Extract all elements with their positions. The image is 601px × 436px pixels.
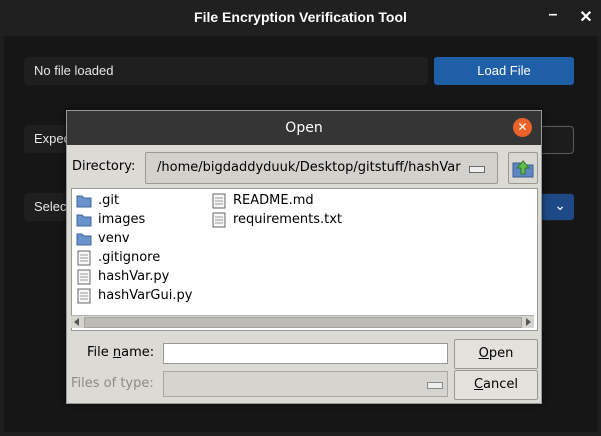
folder-icon [76, 233, 92, 246]
dropdown-arrow-icon [469, 166, 485, 173]
dialog-title: Open [67, 111, 541, 145]
select-label: Selec [34, 199, 67, 214]
file-name: .git [98, 193, 120, 208]
file-name: images [98, 212, 146, 227]
folder-up-icon [512, 160, 534, 178]
dropdown-arrow-icon [427, 382, 443, 389]
open-button[interactable]: Open [454, 339, 538, 369]
close-button[interactable]: ✕ [578, 7, 594, 27]
file-name: README.md [233, 193, 314, 208]
scroll-right-icon[interactable] [522, 316, 534, 328]
open-button-mnemonic: O [478, 346, 489, 361]
file-icon [212, 212, 226, 228]
file-name-label: File name: [87, 345, 154, 360]
file-icon [77, 288, 91, 304]
cancel-button[interactable]: Cancel [454, 370, 538, 400]
file-name: requirements.txt [233, 212, 343, 227]
folder-icon [76, 214, 92, 227]
directory-path: /home/bigdaddyduuk/Desktop/gitstuff/hash… [157, 160, 461, 175]
directory-label: Directory: [72, 159, 136, 174]
file-icon [212, 193, 226, 209]
file-name: .gitignore [98, 250, 161, 265]
folder-icon [76, 195, 92, 208]
file-name: venv [98, 231, 130, 246]
file-icon [77, 269, 91, 285]
file-list[interactable]: .git images venv .gitignore hashVar.py h… [71, 188, 538, 331]
dialog-close-button[interactable]: ✕ [513, 118, 532, 137]
scrollbar-thumb[interactable] [84, 317, 522, 328]
minimize-button[interactable]: – [546, 6, 560, 26]
load-file-button[interactable]: Load File [434, 57, 574, 85]
file-name: hashVar.py [98, 269, 170, 284]
file-name-label-part: File [87, 345, 113, 360]
window-title: File Encryption Verification Tool [194, 9, 407, 25]
files-of-type-combobox [163, 371, 448, 397]
file-icon [77, 250, 91, 266]
chevron-down-icon: ⌄ [554, 197, 566, 213]
horizontal-scrollbar[interactable] [71, 315, 534, 328]
up-directory-button[interactable] [508, 152, 538, 184]
expected-label: Expec [34, 131, 71, 146]
directory-combobox[interactable]: /home/bigdaddyduuk/Desktop/gitstuff/hash… [145, 152, 498, 184]
scroll-left-icon[interactable] [71, 316, 83, 328]
file-name-input[interactable] [163, 343, 448, 364]
cancel-button-mnemonic: C [473, 377, 484, 392]
cancel-button-label: ancel [483, 377, 519, 392]
title-bar: File Encryption Verification Tool – ✕ [0, 0, 601, 36]
file-name-label-part: ame: [121, 345, 155, 360]
open-dialog: Open ✕ Directory: /home/bigdaddyduuk/Des… [66, 110, 542, 404]
status-label: No file loaded [34, 63, 114, 78]
files-of-type-label: Files of type: [71, 376, 154, 391]
file-name: hashVarGui.py [98, 288, 193, 303]
open-button-label: pen [488, 346, 514, 361]
file-name-label-mnemonic: n [112, 345, 122, 360]
